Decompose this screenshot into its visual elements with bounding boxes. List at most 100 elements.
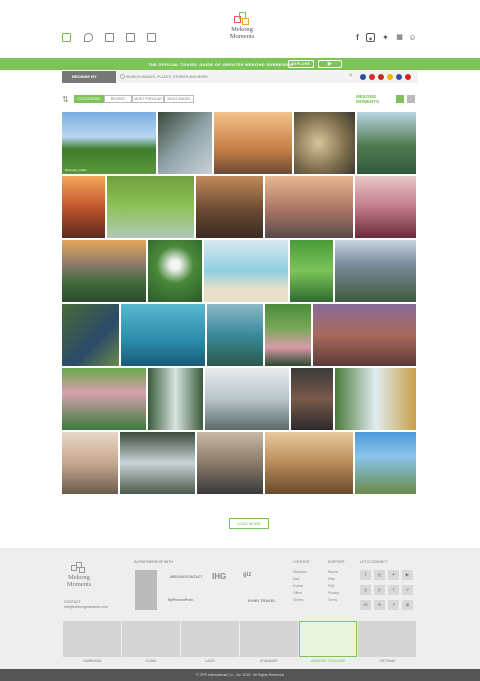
play-video-button[interactable]: ▶ — [318, 60, 342, 68]
photo-tile[interactable] — [290, 240, 333, 302]
partner-logo[interactable]: IHG — [212, 572, 226, 581]
weibo-icon[interactable]: w — [374, 600, 385, 610]
partner-logo[interactable]: MyPhnomPenh — [168, 598, 193, 602]
vimeo-icon[interactable]: v — [402, 585, 413, 595]
flag-vietnam-icon[interactable] — [405, 74, 411, 80]
country-tile-thailand[interactable] — [299, 621, 357, 657]
photo-tile[interactable] — [355, 432, 416, 494]
mekong-tourism-logo[interactable] — [135, 570, 157, 610]
photo-tile[interactable] — [335, 240, 416, 302]
photo-tile[interactable] — [214, 112, 292, 174]
footer-logo[interactable]: Mekong Moments — [64, 562, 94, 588]
twitter-icon[interactable]: ✦ — [381, 33, 390, 42]
country-tile-vietnam[interactable] — [358, 621, 416, 657]
tab-recent[interactable]: RECENT — [104, 95, 132, 103]
photo-tile[interactable] — [107, 176, 194, 238]
photo-tile[interactable] — [148, 368, 203, 430]
calendar-icon[interactable] — [105, 33, 114, 42]
twitter-icon[interactable]: ✦ — [388, 570, 399, 580]
facebook-icon[interactable]: f — [353, 33, 362, 42]
explore-button[interactable]: EXPLORE — [288, 60, 314, 68]
footer-link[interactable]: Map — [293, 577, 299, 581]
gift-icon[interactable] — [126, 33, 135, 42]
footer-link[interactable]: Help — [328, 577, 335, 581]
photo-tile[interactable] — [197, 432, 263, 494]
footer-link[interactable]: Welcome — [293, 570, 307, 574]
footer-link[interactable]: Events — [293, 584, 303, 588]
footer-link[interactable]: FAQ — [328, 584, 335, 588]
photo-tile[interactable] — [355, 176, 416, 238]
flag-thailand-icon[interactable] — [396, 74, 402, 80]
photo-tile[interactable] — [204, 240, 288, 302]
footer-link[interactable]: Offers — [293, 591, 302, 595]
photo-tile[interactable] — [62, 432, 118, 494]
close-icon[interactable]: × — [349, 73, 353, 79]
partner-logo[interactable]: giz — [243, 572, 251, 578]
partner-logo[interactable]: MEKONGCONTACT — [170, 575, 203, 579]
tab-most-added[interactable]: MOST ADDED — [164, 95, 194, 103]
book-icon[interactable] — [147, 33, 156, 42]
flag-cambodia-icon[interactable] — [360, 74, 366, 80]
pinterest-icon[interactable]: p — [374, 585, 385, 595]
photo-tile[interactable] — [120, 432, 195, 494]
footer-link[interactable]: Privacy — [328, 591, 339, 595]
footer-link[interactable]: Stories — [293, 598, 303, 602]
photo-tile[interactable] — [148, 240, 202, 302]
instagram-icon[interactable]: ◎ — [374, 570, 385, 580]
grid-view-icon[interactable] — [396, 95, 404, 103]
search-input[interactable] — [126, 73, 348, 81]
load-more-button[interactable]: LOAD MORE — [229, 518, 269, 529]
photo-tile[interactable] — [265, 304, 311, 366]
photo-tile[interactable] — [121, 304, 205, 366]
country-tile-cambodia[interactable] — [63, 621, 121, 657]
photo-tile[interactable] — [335, 368, 416, 430]
footer-link[interactable]: Report — [328, 570, 338, 574]
country-tile-china[interactable] — [122, 621, 180, 657]
share-icon[interactable]: ↗ — [388, 600, 399, 610]
photo-tile[interactable]: Bromelia_mekfn — [62, 112, 156, 174]
wechat-icon[interactable]: ◍ — [402, 600, 413, 610]
photo-tile[interactable] — [313, 304, 416, 366]
country-tile-myanmar[interactable] — [240, 621, 298, 657]
flag-china-icon[interactable] — [369, 74, 375, 80]
instagram-icon[interactable]: ◉ — [366, 33, 375, 42]
apps-grid-icon[interactable]: ▦ — [395, 33, 404, 42]
flag-myanmar-icon[interactable] — [387, 74, 393, 80]
tumblr-icon[interactable]: t — [388, 585, 399, 595]
photo-tile[interactable] — [62, 176, 105, 238]
photo-tile[interactable] — [294, 112, 355, 174]
photo-tile[interactable] — [205, 368, 289, 430]
photo-tile[interactable] — [158, 112, 212, 174]
contact-email[interactable]: info@mekongmoments.com — [64, 605, 108, 609]
photo-tile[interactable] — [207, 304, 263, 366]
vk-icon[interactable]: vk — [360, 600, 371, 610]
sort-icon[interactable]: ⇅ — [62, 95, 69, 104]
photo-tile[interactable] — [291, 368, 333, 430]
tab-most-popular[interactable]: MOST POPULAR — [132, 95, 164, 103]
logo-mark-icon — [234, 12, 250, 26]
contact-title: CONTACT — [64, 600, 81, 604]
browse-by-button[interactable]: BROWSE BY — [62, 71, 116, 83]
partner-logo[interactable]: KHIRI TRAVEL — [248, 598, 276, 603]
photo-tile[interactable] — [357, 112, 416, 174]
tab-categories[interactable]: CATEGORIES — [74, 95, 104, 103]
photo-tile[interactable] — [62, 368, 146, 430]
grid-icon[interactable] — [62, 33, 71, 42]
photo-tile[interactable] — [265, 432, 353, 494]
google-plus-icon[interactable]: g — [360, 585, 371, 595]
photo-tile[interactable] — [62, 304, 119, 366]
list-view-icon[interactable] — [407, 95, 415, 103]
photo-tile[interactable] — [196, 176, 263, 238]
footer-link[interactable]: Terms — [328, 598, 337, 602]
photo-tile[interactable] — [62, 240, 146, 302]
flag-laos-icon[interactable] — [378, 74, 384, 80]
country-tile-laos[interactable] — [181, 621, 239, 657]
facebook-icon[interactable]: f — [360, 570, 371, 580]
photo-tile[interactable] — [265, 176, 353, 238]
content-links-title: CONTENT — [293, 560, 310, 564]
user-icon[interactable]: ☺ — [408, 33, 417, 42]
map-pin-icon[interactable] — [84, 33, 93, 42]
country-label: AMAZING THAILAND — [310, 659, 346, 663]
logo[interactable]: Mekong Moments — [222, 12, 262, 48]
youtube-icon[interactable]: ▶ — [402, 570, 413, 580]
